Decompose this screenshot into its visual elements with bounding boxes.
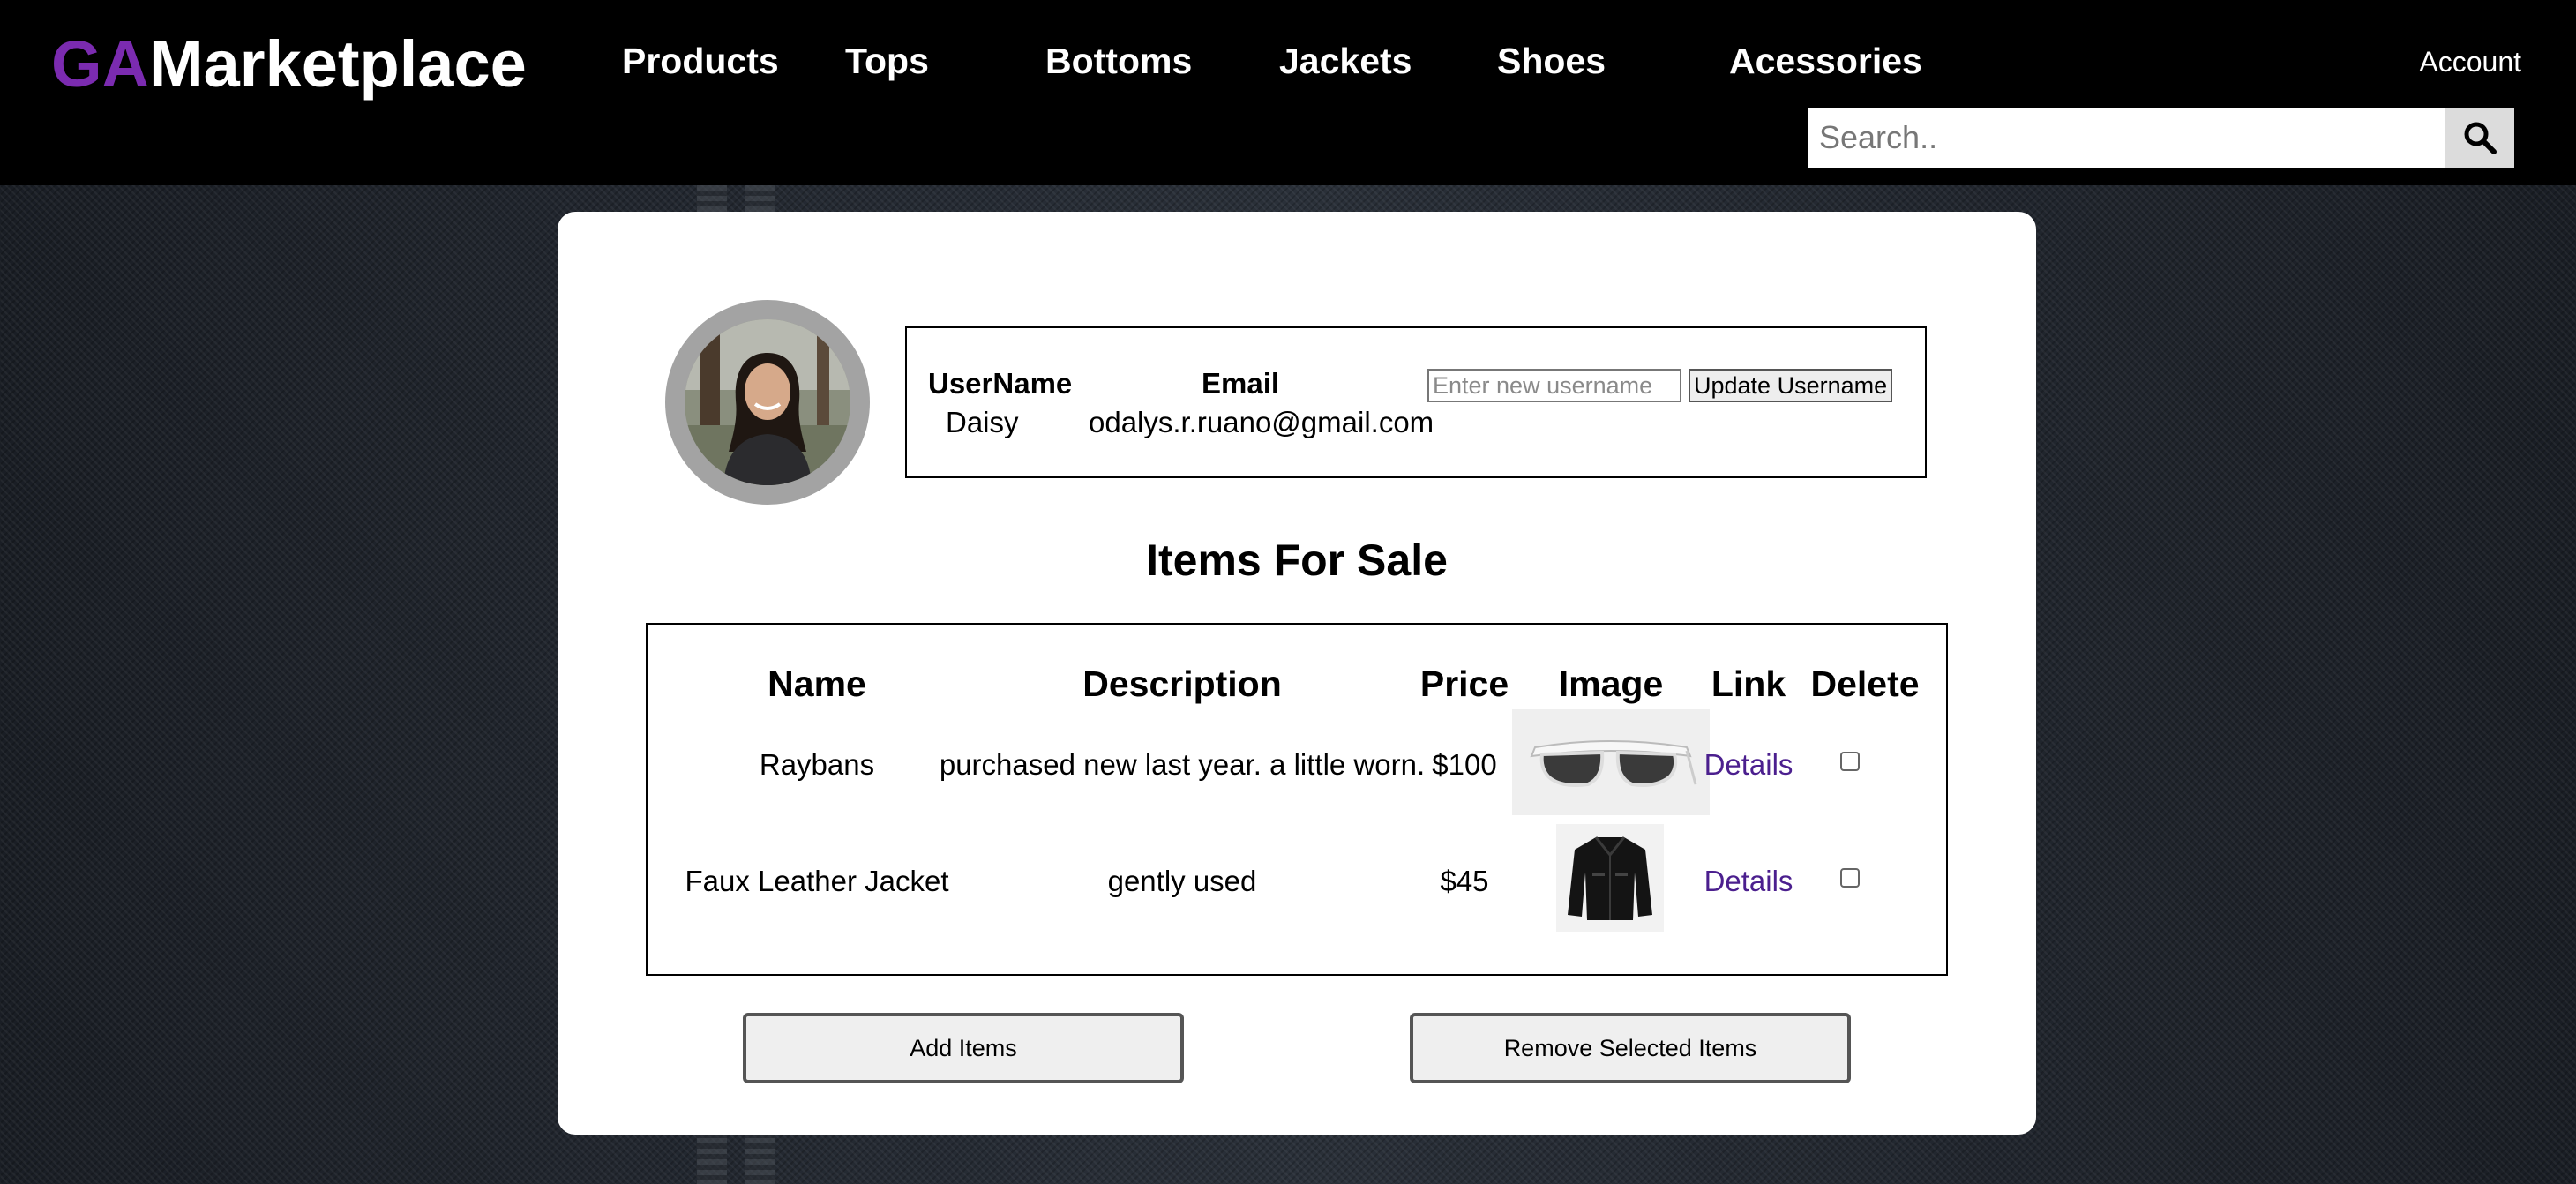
column-header-delete: Delete	[1810, 663, 1920, 704]
profile-card: UserName Email Daisy odalys.r.ruano@gmai…	[558, 212, 2036, 1135]
items-table: Name Description Price Image Link Delete…	[646, 623, 1948, 976]
nav-jackets[interactable]: Jackets	[1279, 41, 1412, 82]
logo-name: Marketplace	[149, 27, 527, 101]
search-button[interactable]	[2445, 108, 2514, 168]
nav-shoes[interactable]: Shoes	[1497, 41, 1606, 82]
site-logo[interactable]: GAMarketplace	[51, 26, 527, 101]
user-info-panel: UserName Email Daisy odalys.r.ruano@gmai…	[905, 326, 1927, 478]
column-header-name: Name	[768, 663, 866, 704]
update-username-button[interactable]: Update Username	[1689, 369, 1893, 402]
delete-checkbox[interactable]	[1840, 752, 1860, 771]
profile-photo	[685, 319, 850, 485]
top-nav-bar: GAMarketplace Products Tops Bottoms Jack…	[0, 0, 2576, 185]
nav-products[interactable]: Products	[622, 41, 779, 82]
email-label: Email	[1202, 367, 1280, 400]
items-title: Items For Sale	[1146, 536, 1448, 585]
item-name: Raybans	[759, 748, 875, 781]
item-details-link[interactable]: Details	[1704, 748, 1793, 782]
column-header-description: Description	[1082, 663, 1282, 704]
item-image-jacket	[1556, 824, 1664, 932]
account-link[interactable]: Account	[2419, 46, 2521, 79]
column-header-link: Link	[1711, 663, 1786, 704]
column-header-image: Image	[1558, 663, 1664, 704]
search-input[interactable]	[1808, 108, 2445, 168]
logo-prefix: GA	[51, 27, 149, 101]
item-description: purchased new last year. a little worn.	[939, 748, 1426, 781]
item-price: $45	[1440, 865, 1489, 897]
add-items-button[interactable]: Add Items	[743, 1013, 1184, 1083]
column-header-price: Price	[1419, 663, 1509, 704]
username-value: Daisy	[946, 406, 1019, 438]
email-value: odalys.r.ruano@gmail.com	[1089, 406, 1434, 438]
new-username-input[interactable]	[1427, 369, 1681, 402]
item-image-sunglasses	[1512, 709, 1710, 815]
nav-accessories[interactable]: Acessories	[1729, 41, 1922, 82]
nav-tops[interactable]: Tops	[845, 41, 929, 82]
item-name: Faux Leather Jacket	[685, 865, 949, 897]
nav-bottoms[interactable]: Bottoms	[1045, 41, 1192, 82]
search-icon	[2464, 122, 2497, 154]
delete-checkbox[interactable]	[1840, 868, 1860, 888]
username-label: UserName	[928, 367, 1073, 400]
remove-selected-items-button[interactable]: Remove Selected Items	[1410, 1013, 1851, 1083]
item-details-link[interactable]: Details	[1704, 865, 1793, 898]
avatar	[665, 300, 870, 505]
item-price: $100	[1432, 748, 1497, 781]
item-description: gently used	[1107, 865, 1257, 897]
